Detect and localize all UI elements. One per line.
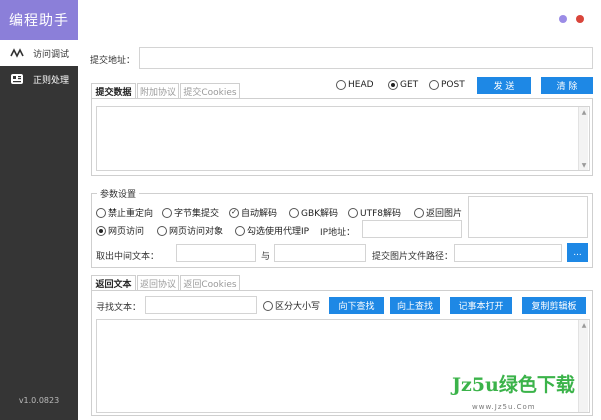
copy-clipboard-button[interactable]: 复制剪辑板 [522,297,586,314]
tab-response-protocol[interactable]: 返回协议 [137,275,179,291]
sidebar-item-label: 正则处理 [33,75,70,86]
response-scrollbar[interactable]: ▲ [578,320,588,412]
send-button[interactable]: 发 送 [477,77,531,94]
minimize-dot[interactable] [559,15,567,23]
url-label: 提交地址： [90,56,136,66]
no-redirect-radio[interactable]: 禁止重定向 [96,206,153,219]
browse-button[interactable]: ... [567,243,588,262]
find-text-label: 寻找文本： [96,303,142,313]
radio-indicator [429,80,439,90]
params-title: 参数设置 [97,187,140,200]
return-image-radio[interactable]: 返回图片 [414,206,462,219]
request-scrollbar[interactable]: ▲ ▼ [578,107,588,170]
radio-indicator [388,80,398,90]
pulse-icon [9,46,25,60]
find-text-input[interactable] [145,296,257,314]
request-body-panel: ▲ ▼ [91,98,593,176]
use-proxy-radio[interactable]: 勾选使用代理IP [235,224,309,237]
gbk-decode-radio[interactable]: GBK解码 [289,206,338,219]
app-logo: 编程助手 [0,0,78,40]
web-access-radio[interactable]: 网页访问 [96,224,144,237]
url-input[interactable] [139,47,593,69]
radio-indicator [336,80,346,90]
method-get-radio[interactable]: GET [388,80,418,90]
watermark-logo: Jz5u绿色下载 [452,374,575,396]
tab-response-text[interactable]: 返回文本 [91,275,136,291]
method-head-radio[interactable]: HEAD [336,80,374,90]
find-up-button[interactable]: 向上查找 [390,297,440,314]
middle-start-input[interactable] [176,244,256,262]
request-body-textarea[interactable] [96,106,590,171]
web-access-object-radio[interactable]: 网页访问对象 [157,224,223,237]
regex-icon [9,72,25,86]
middle-end-input[interactable] [274,244,366,262]
response-panel: 寻找文本： 区分大小写 向下查找 向上查找 记事本打开 复制剪辑板 ▲ [91,290,593,416]
watermark-url: www.Jz5u.Com [472,403,536,411]
image-preview-box [468,196,588,238]
image-path-input[interactable] [454,244,562,262]
version-label: v1.0.0823 [18,396,60,405]
find-down-button[interactable]: 向下查找 [329,297,384,314]
scroll-down-icon[interactable]: ▼ [579,160,589,170]
and-label: 与 [261,252,271,262]
byteset-submit-radio[interactable]: 字节集提交 [162,206,219,219]
close-dot[interactable] [576,15,584,23]
tab-submit-cookies[interactable]: 提交Cookies [180,83,240,99]
ip-input[interactable] [362,220,462,238]
auto-decode-radio[interactable]: ✓ 自动解码 [229,206,277,219]
sidebar-item-label: 访问调试 [33,49,70,60]
method-post-radio[interactable]: POST [429,80,465,90]
tab-response-cookies[interactable]: 返回Cookies [180,275,240,291]
image-path-label: 提交图片文件路径： [372,252,454,262]
middle-text-label: 取出中间文本： [96,252,160,262]
response-textarea[interactable] [96,319,590,413]
notepad-open-button[interactable]: 记事本打开 [450,297,512,314]
ip-label: IP地址： [320,228,356,238]
scroll-up-icon[interactable]: ▲ [579,107,589,117]
sidebar-item-regex[interactable]: 正则处理 [0,66,78,92]
clear-button[interactable]: 清 除 [541,77,593,94]
scroll-up-icon[interactable]: ▲ [579,320,589,330]
tab-submit-data[interactable]: 提交数据 [91,83,136,99]
case-sensitive-radio[interactable]: 区分大小写 [263,299,320,312]
check-icon: ✓ [229,207,239,218]
sidebar-item-debug[interactable]: 访问调试 [0,40,78,66]
utf8-decode-radio[interactable]: UTF8解码 [348,206,401,219]
tab-extra-protocol[interactable]: 附加协议 [137,83,179,99]
